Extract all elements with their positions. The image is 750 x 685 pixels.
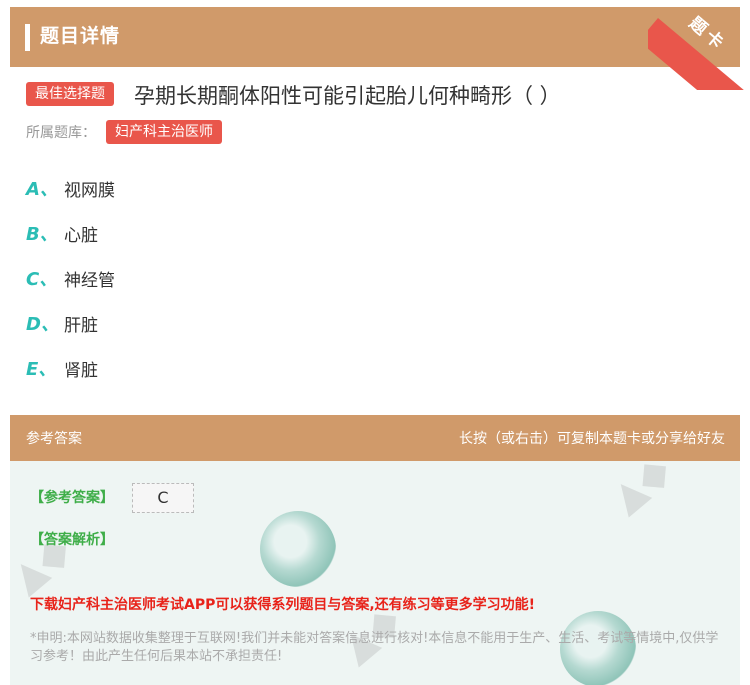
disclaimer: *申明:本网站数据收集整理于互联网!我们并未能对答案信息进行核对!本信息不能用于… bbox=[30, 631, 719, 664]
option-letter: E、 bbox=[26, 359, 57, 380]
answer-key-value: C bbox=[132, 483, 194, 513]
option-letter: A、 bbox=[26, 179, 58, 200]
watermark-mark: ▲◆ bbox=[602, 461, 680, 522]
question-text: 孕期长期酮体阳性可能引起胎儿何种畸形（ ） bbox=[134, 84, 561, 108]
option-c[interactable]: C、 神经管 bbox=[26, 265, 115, 291]
app-download-promo[interactable]: 下载妇产科主治医师考试APP可以获得系列题目与答案,还有练习等更多学习功能! bbox=[30, 594, 535, 614]
explanation-label: 【答案解析】 bbox=[30, 532, 114, 548]
option-e[interactable]: E、 肾脏 bbox=[26, 355, 98, 381]
corner-ribbon: 题卡 bbox=[648, 0, 750, 90]
option-text: 肝脏 bbox=[64, 315, 98, 336]
option-letter: B、 bbox=[26, 224, 58, 245]
option-letter: C、 bbox=[26, 269, 58, 290]
header-bar: 题目详情 bbox=[10, 7, 740, 67]
answer-panel: ▲◆ ▲◆ ▲◆ 【参考答案】 C 【答案解析】 下载妇产科主治医师考试APP可… bbox=[10, 461, 740, 685]
option-d[interactable]: D、 肝脏 bbox=[26, 310, 98, 336]
question-type-badge: 最佳选择题 bbox=[26, 82, 114, 106]
library-badge[interactable]: 妇产科主治医师 bbox=[106, 120, 222, 144]
option-text: 肾脏 bbox=[64, 360, 98, 381]
answer-key-label: 【参考答案】 bbox=[30, 490, 114, 506]
option-b[interactable]: B、 心脏 bbox=[26, 220, 98, 246]
share-hint: 长按（或右击）可复制本题卡或分享给好友 bbox=[459, 431, 725, 447]
answer-header-bar: 参考答案 长按（或右击）可复制本题卡或分享给好友 bbox=[10, 415, 740, 461]
option-text: 视网膜 bbox=[64, 180, 115, 201]
option-text: 神经管 bbox=[64, 270, 115, 291]
library-label: 所属题库： bbox=[26, 125, 96, 141]
watermark-logo-icon bbox=[260, 511, 336, 587]
header-accent bbox=[25, 24, 30, 51]
answer-section-title: 参考答案 bbox=[26, 431, 82, 447]
option-letter: D、 bbox=[26, 314, 59, 335]
option-text: 心脏 bbox=[64, 225, 98, 246]
option-a[interactable]: A、 视网膜 bbox=[26, 175, 115, 201]
page-title: 题目详情 bbox=[40, 25, 121, 47]
